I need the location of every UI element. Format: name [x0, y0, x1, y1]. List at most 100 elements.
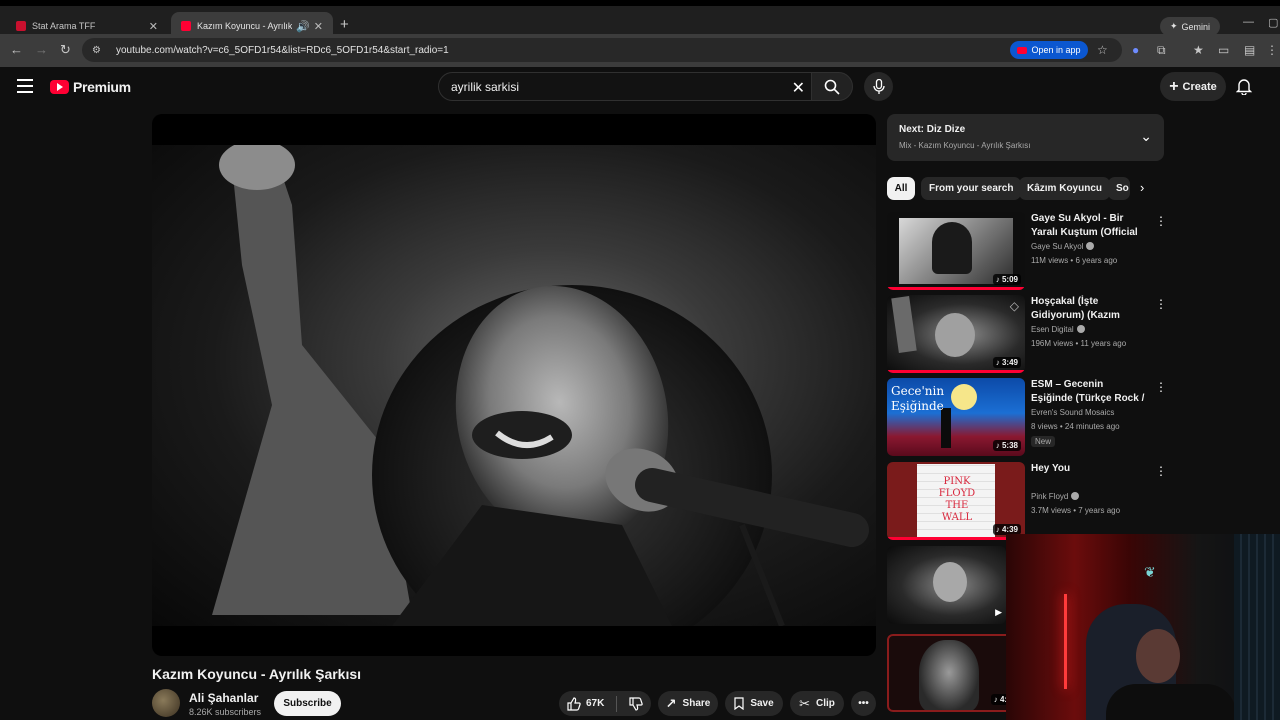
recommendation-card[interactable]: ◇ ♪ 3:49 Hoşçakal (İşte Gidiyorum) (Kazı…: [887, 295, 1167, 375]
channel-name[interactable]: Ali Şahanlar: [189, 691, 258, 705]
maximize-icon[interactable]: ▢: [1268, 16, 1278, 29]
next-title: Next: Diz Dize: [899, 124, 965, 135]
chip-all[interactable]: All: [887, 177, 915, 200]
more-vertical-icon[interactable]: ⋮: [1155, 464, 1167, 478]
new-tab-button[interactable]: +: [340, 16, 349, 33]
more-menu-icon[interactable]: ⋮: [1266, 43, 1278, 57]
duration-text: 5:38: [1001, 441, 1018, 450]
new-badge: New: [1031, 436, 1056, 447]
minimize-icon[interactable]: —: [1243, 16, 1254, 28]
bookmark-star-icon[interactable]: ☆: [1097, 43, 1108, 57]
thumbnail-text: Gece'nin Eşiğinde: [891, 384, 945, 413]
cast-icon[interactable]: ▭: [1218, 43, 1229, 57]
clear-search-icon[interactable]: ✕: [792, 78, 805, 98]
thumbs-up-icon: [567, 696, 581, 711]
site-info-icon[interactable]: ⚙: [92, 45, 106, 56]
chip-from-your-search[interactable]: From your search: [921, 177, 1022, 200]
duration-text: 5:09: [1001, 275, 1018, 284]
card-channel-name: Esen Digital: [1031, 325, 1074, 334]
subscribe-button[interactable]: Subscribe: [274, 691, 341, 716]
extension-icon[interactable]: ●: [1132, 43, 1139, 57]
url-field[interactable]: ⚙ youtube.com/watch?v=c6_5OFD1r54&list=R…: [82, 38, 1122, 62]
create-button[interactable]: + Create: [1160, 72, 1226, 101]
music-note-icon: ♪: [993, 695, 998, 704]
back-icon[interactable]: ←: [10, 42, 23, 57]
music-note-icon: ♪: [995, 441, 1000, 450]
voice-search-button[interactable]: [864, 72, 893, 101]
card-title: Hey You: [1031, 463, 1071, 474]
microphone-icon: [872, 78, 885, 94]
chip-partial[interactable]: So: [1108, 177, 1130, 200]
speaker-icon[interactable]: 🔊: [296, 20, 310, 33]
chevron-down-icon[interactable]: ⌄: [1140, 128, 1152, 145]
video-thumbnail[interactable]: ◇ ♪ 3:49: [887, 295, 1025, 373]
video-thumbnail[interactable]: ♪ 5:09: [887, 212, 1025, 290]
video-title: Kazım Koyuncu - Ayrılık Şarkısı: [152, 666, 362, 682]
card-channel-name: Gaye Su Akyol: [1031, 242, 1084, 251]
clip-button[interactable]: ✂ Clip: [790, 691, 844, 716]
next-video-title: Diz Dize: [926, 124, 966, 135]
more-horizontal-icon: •••: [858, 698, 869, 709]
more-vertical-icon[interactable]: ⋮: [1155, 214, 1167, 228]
tab-title: Stat Arama TFF: [32, 21, 96, 31]
music-note-icon: ♪: [995, 525, 1000, 534]
playlist-next-panel[interactable]: Next: Diz Dize Mix - Kazım Koyuncu - Ayr…: [887, 114, 1164, 161]
more-vertical-icon[interactable]: ⋮: [1155, 380, 1167, 394]
neon-light-strip-icon: [1064, 594, 1067, 689]
video-player[interactable]: [152, 114, 876, 656]
video-thumbnail[interactable]: Gece'nin Eşiğinde ♪ 5:38: [887, 378, 1025, 456]
url-text: youtube.com/watch?v=c6_5OFD1r54&list=RDc…: [116, 44, 449, 56]
play-icon: ▶: [995, 607, 1002, 617]
video-thumbnail[interactable]: PINK FLOYD THE WALL ♪ 4:39: [887, 462, 1025, 540]
save-button[interactable]: Save: [725, 691, 783, 716]
like-button[interactable]: 67K: [567, 696, 605, 711]
recommendation-card[interactable]: Gece'nin Eşiğinde ♪ 5:38 ESM – Gecenin E…: [887, 378, 1167, 458]
puzzle-icon[interactable]: ⧉: [1157, 43, 1166, 58]
close-icon[interactable]: ✕: [314, 20, 323, 33]
video-thumbnail[interactable]: ♪ 4:42: [887, 634, 1025, 712]
like-count: 67K: [586, 698, 605, 709]
bookmarks-icon[interactable]: ★: [1193, 43, 1204, 57]
tff-favicon-icon: [16, 21, 26, 31]
chevron-right-icon[interactable]: ›: [1140, 180, 1144, 195]
reload-icon[interactable]: ↻: [60, 42, 71, 58]
recommendation-card[interactable]: PINK FLOYD THE WALL ♪ 4:39 Hey You Pink …: [887, 462, 1167, 542]
youtube-premium-logo[interactable]: Premium: [50, 79, 131, 95]
plant-icon: ❦: [1144, 564, 1156, 580]
hamburger-menu-icon[interactable]: [17, 79, 33, 97]
clip-label: Clip: [816, 698, 835, 709]
sidepanel-icon[interactable]: ▤: [1244, 43, 1255, 57]
logo-text: Premium: [73, 79, 131, 95]
card-meta: 196M views • 11 years ago: [1031, 339, 1127, 348]
video-thumbnail[interactable]: ▶: [887, 546, 1006, 624]
channel-avatar[interactable]: [152, 689, 180, 717]
divider: [616, 695, 618, 712]
notifications-bell-icon[interactable]: [1235, 77, 1253, 100]
verified-icon: [1076, 325, 1085, 333]
chip-kazim-koyuncu[interactable]: Kâzım Koyuncu: [1019, 177, 1111, 200]
music-note-icon: ♪: [995, 275, 1000, 284]
close-icon[interactable]: ✕: [149, 20, 158, 33]
video-frame[interactable]: [152, 140, 876, 656]
watch-progress-bar: [887, 287, 1025, 290]
more-vertical-icon[interactable]: ⋮: [1155, 297, 1167, 311]
more-actions-button[interactable]: •••: [851, 691, 876, 716]
plus-icon: +: [1169, 77, 1179, 95]
create-label: Create: [1182, 80, 1217, 93]
card-channel: Esen Digital: [1031, 325, 1085, 334]
forward-icon[interactable]: →: [35, 42, 48, 57]
video-still-image: [212, 140, 869, 656]
duration-text: 3:49: [1001, 358, 1018, 367]
gemini-label: Gemini: [1181, 21, 1211, 32]
dislike-button[interactable]: [629, 696, 644, 711]
open-in-app-label: Open in app: [1031, 45, 1081, 55]
youtube-favicon-icon: [181, 21, 191, 31]
search-icon: [824, 79, 840, 95]
card-channel: Pink Floyd: [1031, 492, 1080, 501]
recommendation-card[interactable]: ♪ 5:09 Gaye Su Akyol - Bir Yaralı Kuştum…: [887, 212, 1167, 292]
youtube-play-icon: [50, 80, 69, 94]
search-input[interactable]: ayrilik sarkisi ✕: [438, 72, 812, 101]
search-button[interactable]: [811, 72, 853, 101]
share-button[interactable]: ↗ Share: [658, 691, 718, 716]
open-in-app-button[interactable]: Open in app: [1010, 41, 1088, 59]
